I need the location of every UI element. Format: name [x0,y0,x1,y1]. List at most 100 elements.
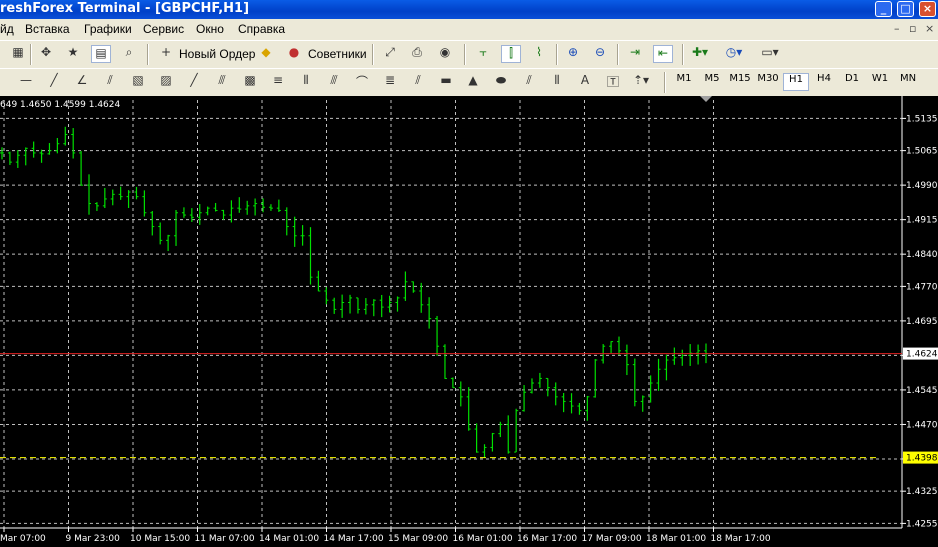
new-order-button[interactable]: Новый Ордер [179,47,255,61]
timeframe-w1[interactable]: W1 [867,73,893,91]
x-tick-label: 14 Mar 01:00 [259,534,319,544]
menu-bar: йд Вставка Графики Сервис Окно Справка –… [0,19,938,39]
y-tick-label: 1.4840 [906,250,938,260]
x-tick-label: 14 Mar 17:00 [324,534,384,544]
favorites-icon[interactable]: ★ [63,45,83,63]
x-tick-label: 18 Mar 17:00 [711,534,771,544]
y-tick-label: 1.5135 [906,114,938,124]
y-tick-label: 1.4695 [906,317,938,327]
x-tick-label: Mar 07:00 [0,534,46,544]
text-icon[interactable]: A [575,73,595,91]
main-toolbar: ▦ ✥ ★ ▤ ⌕ + Новый Ордер ◆ ● Советники ⤢ … [0,40,938,68]
window-title: reshForex Terminal - [GBPCHF,H1] [0,1,250,16]
horizontal-line-icon[interactable]: — [16,73,36,91]
y-tick-label: 1.4915 [906,216,938,226]
mdi-close-icon[interactable]: × [925,22,934,35]
crosshair-icon[interactable]: ✥ [36,45,56,63]
arrows-icon[interactable]: ⇡▾ [631,73,651,91]
ohlc-readout: 649 1.4650 1.4599 1.4624 [0,100,121,110]
market-watch-icon[interactable]: ▤ [91,45,111,63]
fibo-fan-icon[interactable]: ⫻ [324,73,344,91]
indicators-icon[interactable]: ✚▾ [690,45,710,63]
level-price-label: 1.4398 [906,454,938,464]
gann-grid-icon[interactable]: ▩ [240,73,260,91]
y-tick-label: 1.4325 [906,487,938,497]
y-tick-label: 1.4990 [906,181,938,191]
print-icon[interactable]: ⎙ [407,45,427,63]
menu-window[interactable]: Окно [196,22,224,36]
x-tick-label: 17 Mar 09:00 [582,534,642,544]
timeframe-mn[interactable]: MN [895,73,921,91]
y-tick-label: 1.4770 [906,282,938,292]
x-tick-label: 11 Mar 07:00 [195,534,255,544]
experts-button[interactable]: Советники [308,47,367,61]
andrews-pitchfork-icon[interactable]: ⫽ [519,73,539,91]
fibo-retracement-icon[interactable]: ≡ [268,73,288,91]
mdi-minimize-icon[interactable]: – [894,22,900,35]
ellipse-icon[interactable]: ⬬ [491,73,511,91]
menu-file[interactable]: йд [0,22,14,36]
minimize-icon[interactable]: _ [875,1,892,17]
timeframe-h1[interactable]: H1 [783,73,809,91]
y-tick-label: 1.4545 [906,386,938,396]
channel-icon[interactable]: ▨ [156,73,176,91]
text-label-icon[interactable]: 🅃 [603,73,623,91]
periods-icon[interactable]: ◷▾ [724,45,744,63]
line-chart-icon[interactable]: ⌇ [529,45,549,63]
bid-price-label: 1.4624 [906,350,938,360]
x-tick-label: 9 Mar 23:00 [66,534,121,544]
regression-icon[interactable]: ⫽ [100,73,120,91]
chart-shift-marker [700,96,712,102]
fullscreen-icon[interactable]: ⤢ [380,45,400,63]
chart-shift-icon[interactable]: ⇤ [653,45,673,63]
timeframe-h4[interactable]: H4 [811,73,837,91]
maximize-icon[interactable]: □ [897,1,914,17]
x-tick-label: 15 Mar 09:00 [388,534,448,544]
trend-line-icon[interactable]: ╱ [44,73,64,91]
x-tick-label: 16 Mar 17:00 [517,534,577,544]
candle-chart-icon[interactable]: ⫿ [501,45,521,63]
chart-canvas[interactable]: 1.5135 1.5065 1.4990 1.4915 1.4840 1.4770 1.46… [0,96,938,547]
timeframe-m5[interactable]: M5 [699,73,725,91]
y-tick-label: 1.4255 [906,519,938,529]
x-tick-label: 18 Mar 01:00 [646,534,706,544]
timeframe-m15[interactable]: M15 [727,73,753,91]
gann-fan-icon[interactable]: ⫻ [212,73,232,91]
timeframe-m30[interactable]: M30 [755,73,781,91]
bar-chart-icon[interactable]: ⫟ [473,45,493,63]
zoom-out-icon[interactable]: ⊖ [590,45,610,63]
fibo-arcs-icon[interactable]: ⌒ [352,73,372,91]
menu-insert[interactable]: Вставка [25,22,70,36]
fibo-channel-icon[interactable]: ⫽ [408,73,428,91]
equidistant-icon[interactable]: ▧ [128,73,148,91]
x-tick-label: 10 Mar 15:00 [130,534,190,544]
gann-line-icon[interactable]: ╱ [184,73,204,91]
history-icon[interactable]: ◉ [435,45,455,63]
new-order-icon[interactable]: + [156,45,176,63]
warning-icon[interactable]: ◆ [256,45,276,63]
templates-icon[interactable]: ▭▾ [760,45,780,63]
cycle-lines-icon[interactable]: ⦀ [547,73,567,91]
auto-scroll-icon[interactable]: ⇥ [625,45,645,63]
close-icon[interactable]: × [919,1,936,17]
navigator-icon[interactable]: ⌕ [119,45,139,63]
fibo-timezones-icon[interactable]: ⦀ [296,73,316,91]
new-chart-icon[interactable]: ▦ [8,45,28,63]
menu-tools[interactable]: Сервис [143,22,184,36]
mdi-restore-icon[interactable]: ▫ [909,22,916,35]
x-tick-label: 16 Mar 01:00 [453,534,513,544]
y-tick-label: 1.4470 [906,420,938,430]
drawing-toolbar: — ╱ ∠ ⫽ ▧ ▨ ╱ ⫻ ▩ ≡ ⦀ ⫻ ⌒ ≣ ⫽ ▬ ▲ ⬬ ⫽ ⦀ … [0,68,938,96]
fibo-expansion-icon[interactable]: ≣ [380,73,400,91]
price-chart[interactable]: 1.5135 1.5065 1.4990 1.4915 1.4840 1.4770 1.46… [0,96,938,547]
angle-line-icon[interactable]: ∠ [72,73,92,91]
menu-charts[interactable]: Графики [84,22,132,36]
zoom-in-icon[interactable]: ⊕ [563,45,583,63]
timeframe-m1[interactable]: M1 [671,73,697,91]
menu-help[interactable]: Справка [238,22,285,36]
rectangle-icon[interactable]: ▬ [436,73,456,91]
timeframe-d1[interactable]: D1 [839,73,865,91]
experts-icon[interactable]: ● [284,45,304,63]
triangle-icon[interactable]: ▲ [463,73,483,91]
y-tick-label: 1.5065 [906,147,938,157]
